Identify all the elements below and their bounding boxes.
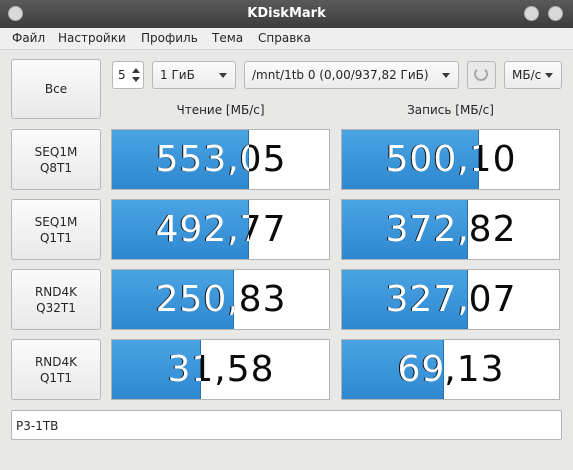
write-result-seq1m-q8t1: 500,10 500,10 [341,129,560,190]
runs-value: 5 [118,68,126,82]
read-column-header: Чтение [МБ/с] [176,103,265,117]
menu-file[interactable]: Файл [12,31,45,45]
menu-profile[interactable]: Профиль [141,31,198,45]
write-result-seq1m-q1t1: 372,82 372,82 [341,199,560,260]
refresh-icon [474,67,488,81]
test-button-rnd4k-q32t1[interactable]: RND4K Q32T1 [11,269,101,330]
read-value-overlay: 250,83 [155,279,234,320]
test-button-rnd4k-q1t1[interactable]: RND4K Q1T1 [11,339,101,400]
title-bar: KDiskMark [0,0,573,28]
test-params: Q1T1 [39,370,73,385]
read-value-overlay: 492,77 [155,209,249,250]
minimize-button[interactable] [524,6,539,21]
read-result-rnd4k-q1t1: 31,58 31,58 [111,339,330,400]
menu-bar: Файл Настройки Профиль Тема Справка [0,28,573,50]
write-value-overlay: 372,82 [385,209,468,250]
write-value-overlay: 69,13 [397,349,444,390]
run-all-button[interactable]: Все [11,59,101,119]
test-params: Q1T1 [39,230,73,245]
chevron-down-icon [545,73,553,78]
write-result-rnd4k-q1t1: 69,13 69,13 [341,339,560,400]
read-value-overlay: 31,58 [167,349,201,390]
read-result-rnd4k-q32t1: 250,83 250,83 [111,269,330,330]
refresh-button[interactable] [467,61,496,89]
spin-up-icon[interactable] [132,68,140,73]
write-value-overlay: 327,07 [385,279,468,320]
units-value: МБ/с [512,68,542,82]
test-params: Q8T1 [39,160,73,175]
runs-spinbox[interactable]: 5 [112,61,144,89]
chevron-down-icon [442,73,450,78]
window-title: KDiskMark [247,6,326,21]
test-button-seq1m-q8t1[interactable]: SEQ1M Q8T1 [11,129,101,190]
read-result-seq1m-q1t1: 492,77 492,77 [111,199,330,260]
target-select[interactable]: /mnt/1tb 0 (0,00/937,82 ГиБ) [244,61,459,89]
spin-down-icon[interactable] [132,77,140,82]
units-select[interactable]: МБ/с [504,61,562,89]
menu-settings[interactable]: Настройки [58,31,126,45]
write-result-rnd4k-q32t1: 327,07 327,07 [341,269,560,330]
menu-theme[interactable]: Тема [212,31,243,45]
test-button-seq1m-q1t1[interactable]: SEQ1M Q1T1 [11,199,101,260]
comment-field[interactable]: P3-1TB [11,410,562,440]
write-value-overlay: 500,10 [385,139,479,180]
size-select[interactable]: 1 ГиБ [152,61,236,89]
test-name: SEQ1M [34,214,78,229]
test-params: Q32T1 [36,300,76,315]
test-name: RND4K [34,354,78,369]
close-button[interactable] [548,6,563,21]
chevron-down-icon [219,73,227,78]
write-column-header: Запись [МБ/с] [407,103,494,117]
test-name: RND4K [34,284,78,299]
menu-help[interactable]: Справка [258,31,311,45]
target-value: /mnt/1tb 0 (0,00/937,82 ГиБ) [252,68,429,82]
test-name: SEQ1M [34,144,78,159]
read-result-seq1m-q8t1: 553,05 553,05 [111,129,330,190]
read-value-overlay: 553,05 [155,139,249,180]
size-value: 1 ГиБ [160,68,195,82]
comment-text: P3-1TB [16,419,59,433]
